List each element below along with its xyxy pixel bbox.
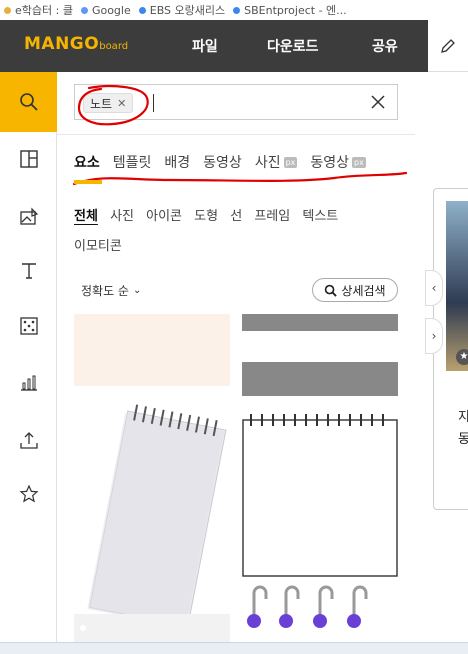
sidebar-item-image[interactable] [0, 187, 57, 247]
logo-suffix: board [99, 41, 129, 52]
bookmark-bar: e학습터 : 클 Google EBS 오랑새리스 SBEntproject -… [0, 0, 468, 20]
os-taskbar [0, 642, 468, 654]
bookmark-item[interactable]: e학습터 : 클 [4, 2, 73, 18]
search-tag-chip[interactable]: 노트 ✕ [83, 93, 134, 113]
result-thumb-gray-ticket[interactable] [242, 358, 398, 398]
subtab-photo[interactable]: 사진 [110, 202, 134, 232]
subtab-text[interactable]: 텍스트 [302, 202, 338, 232]
sidebar-item-layout[interactable] [0, 129, 57, 189]
search-panel: 노트 ✕ 요소 템플릿 배경 동영상 사진 px 동영상 px 전체 사진 아이… [57, 72, 415, 642]
bookmark-favicon-icon [4, 6, 11, 14]
next-arrow-button[interactable]: › [425, 318, 443, 354]
px-badge-icon: px [283, 156, 298, 168]
sidebar-item-upload[interactable] [0, 410, 57, 470]
layout-icon [19, 150, 38, 168]
active-tab-indicator [74, 180, 102, 184]
bookmark-item[interactable]: Google [80, 3, 131, 17]
px-badge-icon: px [352, 156, 366, 168]
sidebar-item-chart[interactable] [0, 352, 57, 412]
text-icon [21, 263, 36, 279]
result-thumb-purple-rings[interactable] [242, 585, 398, 642]
mangoboard-logo[interactable]: MANGOboard [24, 34, 128, 54]
tab-videos[interactable]: 동영상 [203, 152, 242, 172]
pencil-icon [441, 38, 455, 53]
preview-text: 지동 [458, 410, 468, 447]
star-icon: ★ [456, 349, 468, 365]
tab-photos-px[interactable]: 사진 px [255, 152, 298, 172]
sidebar-item-text[interactable] [0, 240, 57, 300]
subtab-frame[interactable]: 프레임 [254, 202, 290, 232]
menu-download[interactable]: 다운로드 [267, 36, 319, 56]
dot-decoration [80, 625, 86, 631]
subtab-icon[interactable]: 아이콘 [146, 202, 182, 232]
chip-remove-icon[interactable]: ✕ [117, 97, 126, 110]
tab-templates[interactable]: 템플릿 [113, 152, 152, 172]
bookmark-item[interactable]: EBS 오랑새리스 [138, 2, 226, 18]
image-edit-icon [19, 207, 38, 225]
upload-icon [19, 432, 38, 449]
chevron-left-icon: ‹ [431, 281, 437, 295]
sidebar-item-elements[interactable] [0, 296, 57, 356]
result-thumb-gray-bar[interactable] [74, 614, 230, 642]
subtab-shape[interactable]: 도형 [194, 202, 218, 232]
chevron-down-icon: ⌄ [132, 285, 142, 296]
bookmark-label: Google [91, 3, 131, 17]
menu-file[interactable]: 파일 [192, 36, 218, 56]
chevron-right-icon: › [431, 329, 437, 343]
tool-sidebar [0, 72, 57, 642]
star-icon [19, 484, 38, 503]
panel-divider [57, 134, 415, 135]
bookmark-favicon-icon [138, 6, 146, 14]
bookmark-label: EBS 오랑새리스 [149, 4, 226, 17]
category-tabs: 요소 템플릿 배경 동영상 사진 px 동영상 px [74, 152, 379, 172]
sort-label: 정확도 순 [81, 284, 129, 298]
search-icon [325, 284, 338, 297]
bookmark-label: e학습터 : 클 [15, 4, 73, 17]
bookmark-favicon-icon [80, 6, 88, 14]
bookmark-label: SBEntproject - 엔... [244, 4, 347, 17]
subtab-emoticon[interactable]: 이모티콘 [74, 232, 122, 262]
subtab-line[interactable]: 선 [230, 202, 242, 232]
text-cursor [153, 94, 154, 112]
chip-label: 노트 [90, 96, 113, 111]
search-input[interactable]: 노트 ✕ [74, 84, 398, 120]
app-window: e학습터 : 클 Google EBS 오랑새리스 SBEntproject -… [0, 0, 468, 654]
sort-dropdown[interactable]: 정확도 순 ⌄ [81, 282, 141, 299]
dice-icon [19, 317, 38, 335]
tab-videos-px[interactable]: 동영상 px [310, 152, 366, 172]
subtab-all[interactable]: 전체 [74, 202, 98, 232]
chart-icon [20, 375, 37, 391]
prev-arrow-button[interactable]: ‹ [425, 270, 443, 306]
tab-elements[interactable]: 요소 [74, 152, 100, 172]
result-thumb-beige-note[interactable] [74, 314, 230, 386]
search-icon [19, 93, 38, 111]
tab-backgrounds[interactable]: 배경 [164, 152, 190, 172]
sidebar-item-favorites[interactable] [0, 464, 57, 524]
advanced-search-button[interactable]: 상세검색 [312, 278, 398, 302]
edit-button[interactable] [428, 20, 468, 72]
red-underline-annotation [72, 171, 408, 186]
bookmark-favicon-icon [233, 6, 241, 14]
sub-category-tabs: 전체 사진 아이콘 도형 선 프레임 텍스트 이모티콘 [74, 202, 404, 262]
advanced-search-label: 상세검색 [341, 283, 386, 298]
logo-text: MANGO [24, 34, 100, 54]
result-thumb-spiral-frame[interactable] [242, 412, 398, 578]
preview-image [446, 201, 468, 371]
sidebar-item-search[interactable] [0, 72, 57, 132]
bookmark-item[interactable]: SBEntproject - 엔... [233, 2, 347, 18]
menu-share[interactable]: 공유 [372, 36, 398, 56]
app-header: MANGOboard 파일 다운로드 공유 [0, 20, 428, 72]
clear-search-icon[interactable] [369, 93, 387, 111]
